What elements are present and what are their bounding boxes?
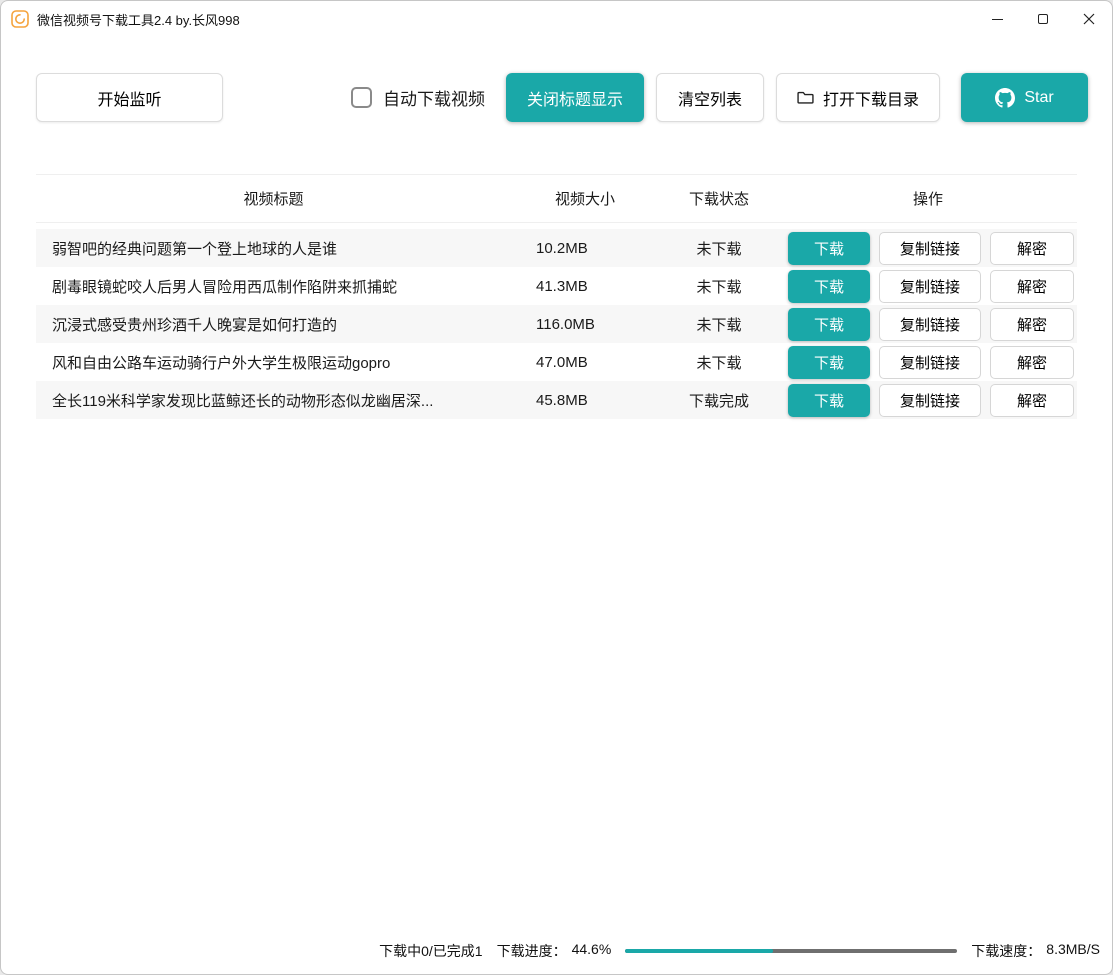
speed-label: 下载速度： xyxy=(971,941,1041,961)
table-header: 视频标题 视频大小 下载状态 操作 xyxy=(36,174,1077,223)
window-title: 微信视频号下载工具2.4 by.长风998 xyxy=(37,10,240,29)
progress-fill xyxy=(625,949,773,953)
auto-download-label: 自动下载视频 xyxy=(383,85,485,110)
speed-text: 下载速度： 8.3MB/S xyxy=(971,941,1100,961)
video-table: 视频标题 视频大小 下载状态 操作 弱智吧的经典问题第一个登上地球的人是谁 10… xyxy=(36,174,1077,419)
open-download-dir-button[interactable]: 打开下载目录 xyxy=(776,73,940,122)
download-status: 未下载 xyxy=(659,238,779,259)
maximize-button[interactable] xyxy=(1020,1,1066,37)
row-actions: 下载 复制链接 解密 xyxy=(779,270,1077,303)
copy-link-button[interactable]: 复制链接 xyxy=(879,346,981,379)
minimize-icon xyxy=(992,19,1003,20)
close-title-display-button[interactable]: 关闭标题显示 xyxy=(506,73,644,122)
start-listen-button[interactable]: 开始监听 xyxy=(36,73,223,122)
app-icon xyxy=(11,10,29,28)
table-row: 全长119米科学家发现比蓝鲸还长的动物形态似龙幽居深... 45.8MB 下载完… xyxy=(36,381,1077,419)
table-row: 风和自由公路车运动骑行户外大学生极限运动gopro 47.0MB 未下载 下载 … xyxy=(36,343,1077,381)
app-window: 微信视频号下载工具2.4 by.长风998 开始监听 自动下载视频 关闭标题显示… xyxy=(0,0,1113,975)
download-button[interactable]: 下载 xyxy=(788,270,870,303)
header-download-status: 下载状态 xyxy=(659,188,779,209)
window-controls xyxy=(974,1,1112,37)
toolbar: 开始监听 自动下载视频 关闭标题显示 清空列表 打开下载目录 Star xyxy=(1,73,1112,122)
clear-list-button[interactable]: 清空列表 xyxy=(656,73,764,122)
progress-label: 下载进度： xyxy=(497,941,567,961)
maximize-icon xyxy=(1038,14,1048,24)
decrypt-button[interactable]: 解密 xyxy=(990,270,1074,303)
github-icon xyxy=(995,88,1015,108)
download-button[interactable]: 下载 xyxy=(788,232,870,265)
speed-value: 8.3MB/S xyxy=(1046,941,1100,961)
row-actions: 下载 复制链接 解密 xyxy=(779,346,1077,379)
download-status: 未下载 xyxy=(659,352,779,373)
decrypt-button[interactable]: 解密 xyxy=(990,384,1074,417)
copy-link-button[interactable]: 复制链接 xyxy=(879,232,981,265)
header-video-size: 视频大小 xyxy=(511,188,659,209)
folder-icon xyxy=(797,89,814,106)
copy-link-button[interactable]: 复制链接 xyxy=(879,308,981,341)
video-size: 116.0MB xyxy=(511,316,659,333)
row-actions: 下载 复制链接 解密 xyxy=(779,308,1077,341)
video-size: 47.0MB xyxy=(511,354,659,371)
star-button[interactable]: Star xyxy=(961,73,1088,122)
video-title: 剧毒眼镜蛇咬人后男人冒险用西瓜制作陷阱来抓捕蛇 xyxy=(36,276,511,297)
download-status: 未下载 xyxy=(659,314,779,335)
table-row: 剧毒眼镜蛇咬人后男人冒险用西瓜制作陷阱来抓捕蛇 41.3MB 未下载 下载 复制… xyxy=(36,267,1077,305)
download-button[interactable]: 下载 xyxy=(788,308,870,341)
download-status: 未下载 xyxy=(659,276,779,297)
row-actions: 下载 复制链接 解密 xyxy=(779,232,1077,265)
video-size: 45.8MB xyxy=(511,392,659,409)
auto-download-checkbox[interactable] xyxy=(351,87,372,108)
download-button[interactable]: 下载 xyxy=(788,384,870,417)
download-button[interactable]: 下载 xyxy=(788,346,870,379)
close-icon xyxy=(1083,13,1095,25)
minimize-button[interactable] xyxy=(974,1,1020,37)
header-video-title: 视频标题 xyxy=(36,188,511,209)
decrypt-button[interactable]: 解密 xyxy=(990,308,1074,341)
star-label: Star xyxy=(1024,89,1053,107)
decrypt-button[interactable]: 解密 xyxy=(990,232,1074,265)
video-title: 风和自由公路车运动骑行户外大学生极限运动gopro xyxy=(36,352,511,373)
progress-value: 44.6% xyxy=(572,941,612,961)
statusbar: 下载中0/已完成1 下载进度： 44.6% 下载速度： 8.3MB/S xyxy=(1,928,1112,974)
video-size: 41.3MB xyxy=(511,278,659,295)
video-title: 弱智吧的经典问题第一个登上地球的人是谁 xyxy=(36,238,511,259)
copy-link-button[interactable]: 复制链接 xyxy=(879,384,981,417)
progress-text: 下载进度： 44.6% xyxy=(497,941,612,961)
video-title: 沉浸式感受贵州珍酒千人晚宴是如何打造的 xyxy=(36,314,511,335)
auto-download-checkbox-group[interactable]: 自动下载视频 xyxy=(351,85,485,110)
video-title: 全长119米科学家发现比蓝鲸还长的动物形态似龙幽居深... xyxy=(36,390,511,411)
download-status: 下载完成 xyxy=(659,390,779,411)
row-actions: 下载 复制链接 解密 xyxy=(779,384,1077,417)
progress-bar xyxy=(625,949,957,953)
table-row: 弱智吧的经典问题第一个登上地球的人是谁 10.2MB 未下载 下载 复制链接 解… xyxy=(36,229,1077,267)
table-body: 弱智吧的经典问题第一个登上地球的人是谁 10.2MB 未下载 下载 复制链接 解… xyxy=(36,229,1077,419)
header-actions: 操作 xyxy=(779,188,1077,209)
open-download-dir-label: 打开下载目录 xyxy=(823,86,919,110)
table-row: 沉浸式感受贵州珍酒千人晚宴是如何打造的 116.0MB 未下载 下载 复制链接 … xyxy=(36,305,1077,343)
decrypt-button[interactable]: 解密 xyxy=(990,346,1074,379)
video-size: 10.2MB xyxy=(511,240,659,257)
close-button[interactable] xyxy=(1066,1,1112,37)
download-counts: 下载中0/已完成1 xyxy=(379,941,482,961)
copy-link-button[interactable]: 复制链接 xyxy=(879,270,981,303)
titlebar: 微信视频号下载工具2.4 by.长风998 xyxy=(1,1,1112,37)
